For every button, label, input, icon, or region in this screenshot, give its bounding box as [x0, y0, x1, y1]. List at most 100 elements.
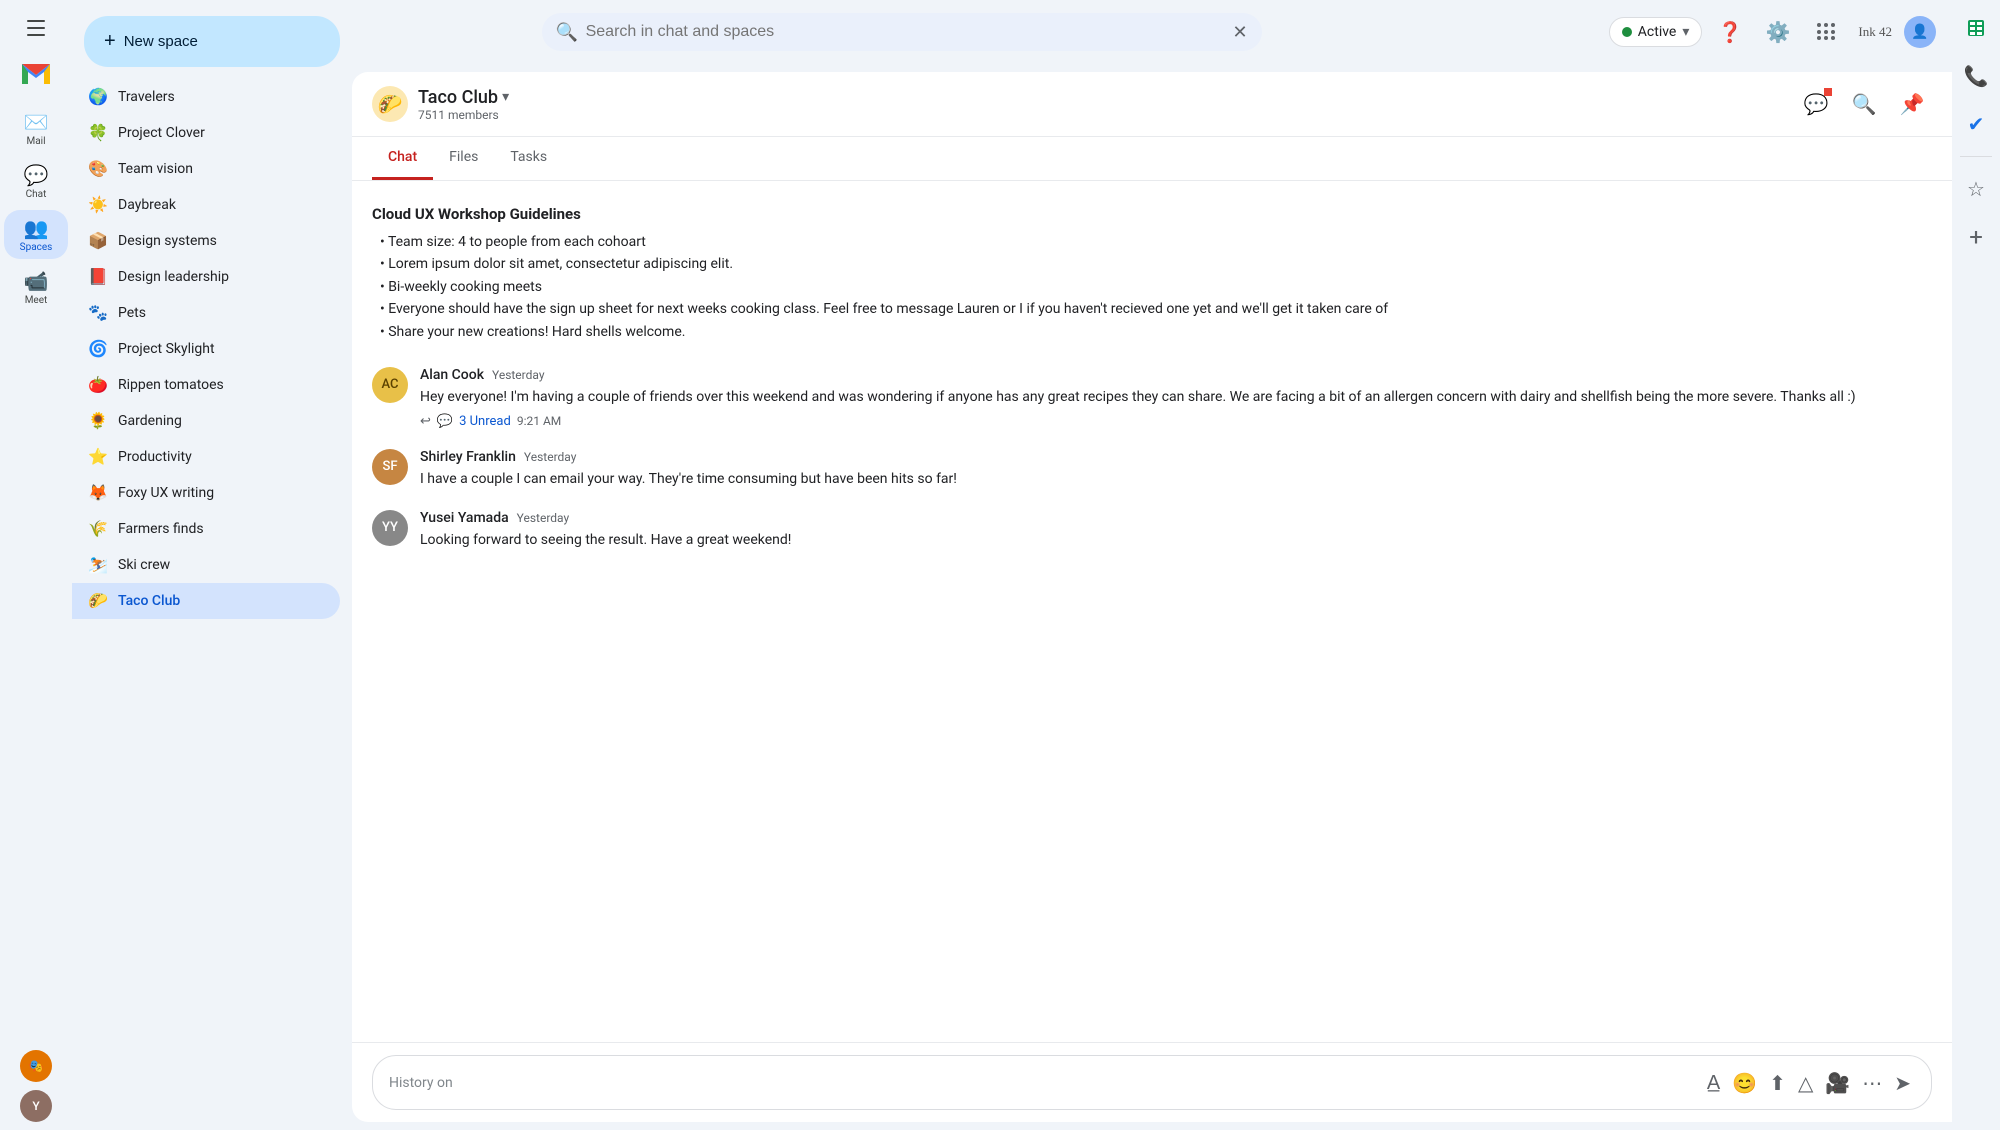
status-button[interactable]: Active ▾ — [1609, 17, 1703, 47]
right-panel-check-icon[interactable]: ✔ — [1956, 104, 1996, 144]
shirley-franklin-text: I have a couple I can email your way. Th… — [420, 469, 1932, 490]
space-name: Taco Club ▾ — [418, 87, 1796, 108]
nav-item-chat[interactable]: 💬 Chat — [4, 157, 68, 206]
sidebar-item-gardening[interactable]: 🌻 Gardening — [72, 403, 340, 439]
sidebar-item-project-skylight[interactable]: 🌀 Project Skylight — [72, 331, 340, 367]
space-name-chevron[interactable]: ▾ — [502, 89, 509, 105]
unread-count: 3 Unread — [459, 414, 511, 429]
spaces-icon: 👥 — [24, 216, 48, 240]
guidelines-item-2: • Bi-weekly cooking meets — [372, 276, 1932, 298]
shirley-franklin-avatar: SF — [372, 449, 408, 485]
gardening-label: Gardening — [118, 413, 324, 429]
foxy-ux-label: Foxy UX writing — [118, 485, 324, 501]
sidebar-item-taco-club[interactable]: 🌮 Taco Club — [72, 583, 340, 619]
sidebar-item-farmers-finds[interactable]: 🌾 Farmers finds — [72, 511, 340, 547]
sidebar-item-design-systems[interactable]: 📦 Design systems — [72, 223, 340, 259]
sidebar-item-daybreak[interactable]: ☀️ Daybreak 🔔 — [72, 187, 340, 223]
grid-button[interactable] — [1806, 12, 1846, 52]
emoji-icon[interactable]: 😊 — [1728, 1067, 1761, 1099]
right-panel: 📞 ✔ ☆ + — [1952, 0, 2000, 1130]
yusei-yamada-time: Yesterday — [517, 511, 570, 525]
message-yusei-yamada: YY Yusei Yamada Yesterday Looking forwar… — [372, 510, 1932, 551]
drive-icon[interactable]: △ — [1794, 1067, 1817, 1099]
hamburger-menu[interactable] — [16, 8, 56, 48]
nav-item-mail[interactable]: ✉️ Mail — [4, 104, 68, 153]
space-members: 7511 members — [418, 108, 1796, 122]
search-chat-button[interactable]: 🔍 — [1844, 84, 1884, 124]
sidebar-item-team-vision[interactable]: 🎨 Team vision 🔔 — [72, 151, 340, 187]
tab-files[interactable]: Files — [433, 137, 494, 180]
alan-cook-time: Yesterday — [492, 368, 545, 382]
help-button[interactable]: ❓ — [1710, 12, 1750, 52]
sidebar-avatar-2[interactable]: Y — [20, 1090, 52, 1122]
alan-cook-text: Hey everyone! I'm having a couple of fri… — [420, 387, 1932, 408]
meet-icon: 📹 — [24, 269, 48, 293]
team-vision-emoji: 🎨 — [88, 159, 108, 179]
new-space-button[interactable]: + New space — [84, 16, 340, 67]
yusei-yamada-body: Yusei Yamada Yesterday Looking forward t… — [420, 510, 1932, 551]
right-panel-add-icon[interactable]: + — [1956, 217, 1996, 257]
ski-crew-emoji: ⛷️ — [88, 555, 108, 575]
header-actions: 💬 🔍 📌 — [1796, 84, 1932, 124]
video-icon[interactable]: 🎥 — [1821, 1067, 1854, 1099]
yusei-yamada-text: Looking forward to seeing the result. Ha… — [420, 530, 1932, 551]
sidebar-item-design-leadership[interactable]: 📕 Design leadership — [72, 259, 340, 295]
thread-icon-btn[interactable]: 💬 — [1796, 84, 1836, 124]
nav-label-spaces: Spaces — [20, 242, 53, 253]
nav-label-chat: Chat — [26, 189, 47, 200]
design-leadership-emoji: 📕 — [88, 267, 108, 287]
sidebar-item-productivity[interactable]: ⭐ Productivity — [72, 439, 340, 475]
chat-icon: 💬 — [24, 163, 48, 187]
rippen-tomatoes-label: Rippen tomatoes — [118, 377, 324, 393]
mail-icon: ✉️ — [24, 110, 48, 134]
right-panel-sheets-icon[interactable] — [1956, 8, 1996, 48]
right-panel-phone-icon[interactable]: 📞 — [1956, 56, 1996, 96]
format-text-icon[interactable]: A̲ — [1703, 1066, 1724, 1099]
sidebar-item-foxy-ux[interactable]: 🦊 Foxy UX writing — [72, 475, 340, 511]
sidebar-item-pets[interactable]: 🐾 Pets — [72, 295, 340, 331]
search-input[interactable] — [542, 13, 1262, 51]
upload-icon[interactable]: ⬆ — [1765, 1067, 1790, 1099]
farmers-finds-emoji: 🌾 — [88, 519, 108, 539]
search-clear-icon[interactable]: ✕ — [1233, 22, 1248, 43]
main-area: 🌮 Taco Club ▾ 7511 members 💬 🔍 📌 Chat F — [352, 72, 1952, 1122]
chat-content: Cloud UX Workshop Guidelines • Team size… — [352, 181, 1952, 1042]
sidebar-item-project-clover[interactable]: 🍀 Project Clover 🔔 — [72, 115, 340, 151]
send-button[interactable]: ➤ — [1890, 1067, 1915, 1099]
search-icon: 🔍 — [556, 22, 578, 43]
sidebar-item-ski-crew[interactable]: ⛷️ Ski crew — [72, 547, 340, 583]
guidelines-title: Cloud UX Workshop Guidelines — [372, 205, 1932, 223]
message-input-area: History on A̲ 😊 ⬆ △ 🎥 ⋯ ➤ — [352, 1042, 1952, 1122]
left-nav: ✉️ Mail 💬 Chat 👥 Spaces 📹 Meet 🎭 Y — [0, 0, 72, 1130]
status-label: Active — [1638, 24, 1677, 40]
right-panel-star-icon[interactable]: ☆ — [1956, 169, 1996, 209]
tabs: Chat Files Tasks — [352, 137, 1952, 181]
nav-item-spaces[interactable]: 👥 Spaces — [4, 210, 68, 259]
message-input-box: History on A̲ 😊 ⬆ △ 🎥 ⋯ ➤ — [372, 1055, 1932, 1110]
more-options-icon[interactable]: ⋯ — [1858, 1067, 1886, 1099]
pin-button[interactable]: 📌 — [1892, 84, 1932, 124]
input-placeholder[interactable]: History on — [389, 1075, 1703, 1091]
sidebar-item-travelers[interactable]: 🌍 Travelers 🔔 — [72, 79, 340, 115]
farmers-finds-label: Farmers finds — [118, 521, 324, 537]
sidebar: + New space 🌍 Travelers 🔔 🍀 Project Clov… — [72, 0, 352, 1130]
tab-tasks[interactable]: Tasks — [494, 137, 563, 180]
shirley-franklin-body: Shirley Franklin Yesterday I have a coup… — [420, 449, 1932, 490]
search-bar: 🔍 ✕ — [542, 13, 1262, 51]
sidebar-avatar-1[interactable]: 🎭 — [20, 1050, 52, 1082]
alan-cook-thread[interactable]: ↩ 💬 3 Unread 9:21 AM — [420, 414, 1932, 429]
sidebar-item-rippen-tomatoes[interactable]: 🍅 Rippen tomatoes — [72, 367, 340, 403]
user-avatar[interactable]: 👤 — [1904, 16, 1936, 48]
tab-chat[interactable]: Chat — [372, 137, 433, 180]
taco-club-emoji: 🌮 — [88, 591, 108, 611]
project-skylight-label: Project Skylight — [118, 341, 324, 357]
travelers-label: Travelers — [118, 89, 297, 105]
alan-cook-name: Alan Cook — [420, 367, 484, 383]
settings-button[interactable]: ⚙️ — [1758, 12, 1798, 52]
shirley-franklin-name: Shirley Franklin — [420, 449, 516, 465]
guidelines-item-1: • Lorem ipsum dolor sit amet, consectetu… — [372, 253, 1932, 275]
guidelines-item-3: • Everyone should have the sign up sheet… — [372, 298, 1932, 320]
nav-item-meet[interactable]: 📹 Meet — [4, 263, 68, 312]
message-alan-cook: AC Alan Cook Yesterday Hey everyone! I'm… — [372, 367, 1932, 429]
plus-icon: + — [104, 30, 116, 53]
